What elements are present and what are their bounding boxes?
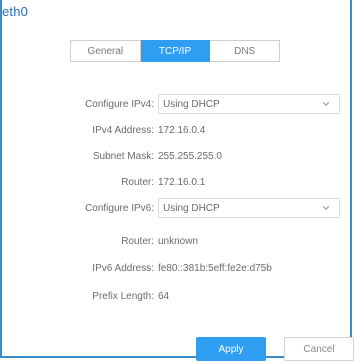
prefix-length-label: Prefix Length:: [92, 290, 154, 302]
configure-ipv4-value: Using DHCP: [163, 98, 220, 110]
configure-ipv4-label: Configure IPv4:: [85, 98, 154, 110]
tab-bar: General TCP/IP DNS: [70, 40, 281, 62]
tab-tcp-ip-label: TCP/IP: [158, 45, 192, 57]
chevron-down-icon: [321, 203, 331, 213]
ipv6-address-value: fe80::381b:5eff:fe2e:d75b: [158, 262, 272, 274]
tab-general[interactable]: General: [70, 40, 141, 62]
configure-ipv6-select[interactable]: Using DHCP: [158, 198, 340, 218]
configure-ipv6-value: Using DHCP: [163, 202, 220, 214]
router-v6-value: unknown: [158, 235, 199, 247]
configure-ipv4-row: Configure IPv4: Using DHCP: [0, 94, 356, 114]
dialog-title: eth0: [2, 4, 29, 19]
router-label: Router:: [121, 176, 154, 188]
subnet-mask-value: 255.255.255.0: [158, 150, 222, 162]
router-v6-row: Router: unknown: [0, 231, 356, 251]
apply-button[interactable]: Apply: [196, 337, 266, 361]
ipv4-address-row: IPv4 Address: 172.16.0.4: [0, 120, 356, 140]
configure-ipv6-label: Configure IPv6:: [85, 202, 154, 214]
prefix-length-row: Prefix Length: 64: [0, 286, 356, 306]
ipv4-address-value: 172.16.0.4: [158, 124, 206, 136]
subnet-mask-label: Subnet Mask:: [92, 150, 154, 162]
subnet-mask-row: Subnet Mask: 255.255.255.0: [0, 146, 356, 166]
cancel-button[interactable]: Cancel: [284, 337, 354, 361]
tab-tcp-ip[interactable]: TCP/IP: [140, 40, 211, 62]
ipv6-address-label: IPv6 Address:: [92, 262, 154, 274]
ipv4-address-label: IPv4 Address:: [92, 124, 154, 136]
configure-ipv4-select[interactable]: Using DHCP: [158, 94, 340, 114]
router-row: Router: 172.16.0.1: [0, 172, 356, 192]
ipv6-address-row: IPv6 Address: fe80::381b:5eff:fe2e:d75b: [0, 258, 356, 278]
configure-ipv6-row: Configure IPv6: Using DHCP: [0, 198, 356, 218]
router-v6-label: Router:: [121, 235, 154, 247]
tab-dns[interactable]: DNS: [210, 40, 281, 62]
tab-dns-label: DNS: [234, 45, 256, 57]
chevron-down-icon: [321, 99, 331, 109]
tab-general-label: General: [87, 45, 124, 57]
router-value: 172.16.0.1: [158, 176, 206, 188]
prefix-length-value: 64: [158, 290, 170, 302]
dialog-buttons: Apply Cancel: [196, 337, 354, 361]
